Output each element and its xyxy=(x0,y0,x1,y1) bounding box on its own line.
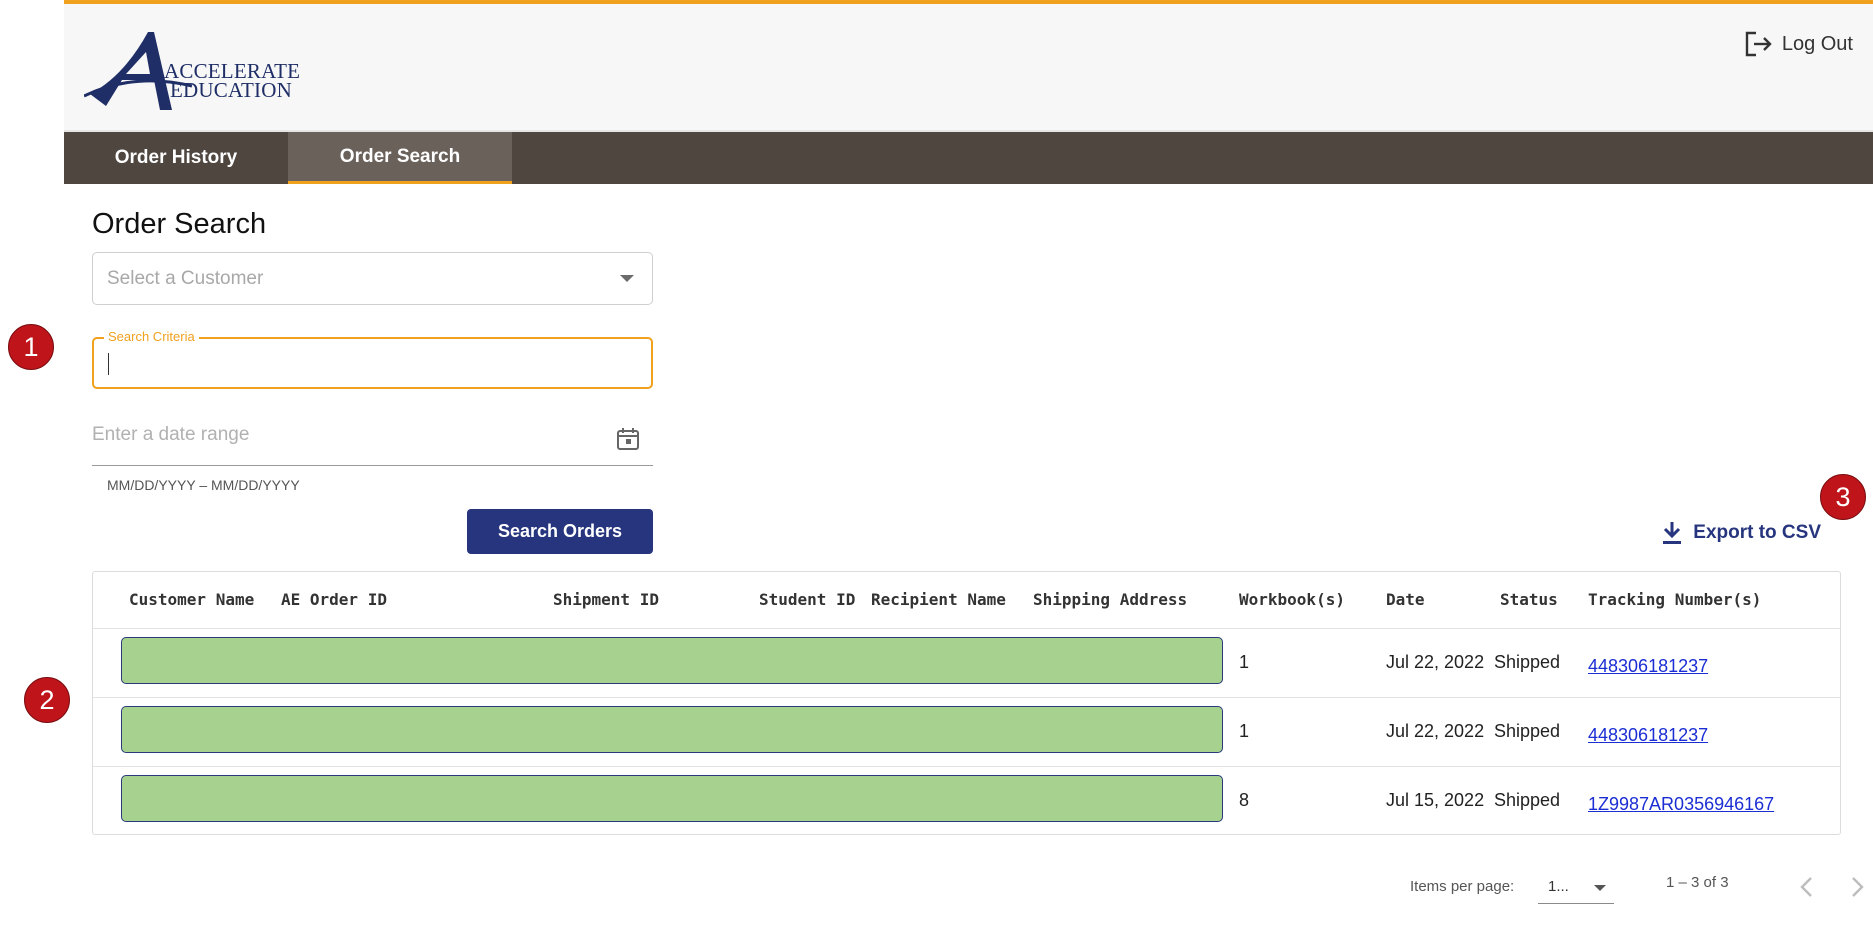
cell-workbooks: 1 xyxy=(1239,721,1250,741)
logout-label: Log Out xyxy=(1781,32,1853,55)
chevron-left-icon xyxy=(1800,877,1812,897)
search-orders-button[interactable]: Search Orders xyxy=(467,509,653,554)
search-criteria-label: Search Criteria xyxy=(104,329,199,344)
column-header-recipient-name[interactable]: Recipient Name xyxy=(871,590,1006,609)
paginator: Items per page: 1... 1 – 3 of 3 xyxy=(1410,872,1864,906)
column-header-shipping-address[interactable]: Shipping Address xyxy=(1033,590,1187,609)
column-header-customer-name[interactable]: Customer Name xyxy=(129,590,254,609)
callout-badge-2: 2 xyxy=(24,677,70,723)
column-header-shipment-id[interactable]: Shipment ID xyxy=(553,590,659,609)
cell-status: Shipped xyxy=(1494,652,1561,672)
items-per-page-label: Items per page: xyxy=(1410,878,1515,895)
table-row[interactable]: 1 Jul 22, 2022 Shipped 448306181237 xyxy=(93,629,1840,698)
date-range-placeholder: Enter a date range xyxy=(92,424,250,445)
redacted-block xyxy=(121,706,1223,753)
orders-table: Customer Name AE Order ID Shipment ID St… xyxy=(92,571,1841,835)
cell-status: Shipped xyxy=(1494,721,1561,741)
items-per-page-select[interactable]: 1... xyxy=(1538,876,1614,904)
table-row[interactable]: 8 Jul 15, 2022 Shipped 1Z9987AR035694616… xyxy=(93,767,1840,836)
previous-page-button[interactable] xyxy=(1792,872,1822,902)
chevron-right-icon xyxy=(1852,877,1864,897)
customer-select[interactable]: Select a Customer xyxy=(92,252,653,305)
accelerate-education-logo[interactable]: ACCELERATE EDUCATION xyxy=(83,26,304,114)
column-header-tracking-numbers[interactable]: Tracking Number(s) xyxy=(1588,590,1761,609)
app-shell: ACCELERATE EDUCATION Log Out Order Histo… xyxy=(64,0,1873,932)
column-header-date[interactable]: Date xyxy=(1386,590,1425,609)
search-criteria-field[interactable]: Search Criteria xyxy=(92,329,653,389)
date-range-field[interactable]: Enter a date range xyxy=(92,416,653,466)
cell-date: Jul 22, 2022 xyxy=(1386,721,1485,741)
logo-line-2: EDUCATION xyxy=(170,78,292,102)
redacted-block xyxy=(121,637,1223,684)
export-csv-label: Export to CSV xyxy=(1693,522,1821,543)
column-header-workbooks[interactable]: Workbook(s) xyxy=(1239,590,1345,609)
logout-button[interactable]: Log Out xyxy=(1744,30,1853,58)
top-header: ACCELERATE EDUCATION Log Out xyxy=(64,0,1873,132)
tracking-number-link[interactable]: 448306181237 xyxy=(1588,725,1708,746)
tab-order-search[interactable]: Order Search xyxy=(288,132,512,184)
column-header-student-id[interactable]: Student ID xyxy=(759,590,855,609)
chevron-down-icon xyxy=(1594,885,1606,891)
page-title: Order Search xyxy=(92,208,267,240)
callout-badge-3: 3 xyxy=(1820,474,1866,520)
logout-icon xyxy=(1745,31,1772,57)
text-cursor xyxy=(108,353,109,375)
next-page-button[interactable] xyxy=(1842,872,1872,902)
column-header-status[interactable]: Status xyxy=(1500,590,1558,609)
callout-badge-1: 1 xyxy=(8,324,54,370)
tracking-number-link[interactable]: 1Z9987AR0356946167 xyxy=(1588,794,1774,815)
download-icon xyxy=(1663,522,1682,544)
search-criteria-input[interactable] xyxy=(106,349,636,377)
items-per-page-value: 1... xyxy=(1548,878,1569,895)
main-nav: Order History Order Search xyxy=(64,132,1873,184)
cell-status: Shipped xyxy=(1494,790,1561,810)
calendar-icon[interactable] xyxy=(615,426,641,452)
column-header-ae-order-id[interactable]: AE Order ID xyxy=(281,590,387,609)
logo-wordmark: ACCELERATE EDUCATION xyxy=(164,61,300,102)
table-row[interactable]: 1 Jul 22, 2022 Shipped 448306181237 xyxy=(93,698,1840,767)
customer-select-placeholder: Select a Customer xyxy=(107,267,264,289)
export-csv-button[interactable]: Export to CSV xyxy=(1661,520,1821,546)
cell-workbooks: 1 xyxy=(1239,652,1250,672)
date-range-hint: MM/DD/YYYY – MM/DD/YYYY xyxy=(107,477,300,493)
cell-workbooks: 8 xyxy=(1239,790,1250,810)
cell-date: Jul 15, 2022 xyxy=(1386,790,1485,810)
tracking-number-link[interactable]: 448306181237 xyxy=(1588,656,1708,677)
table-header: Customer Name AE Order ID Shipment ID St… xyxy=(93,572,1840,629)
page-range-label: 1 – 3 of 3 xyxy=(1666,874,1729,891)
cell-date: Jul 22, 2022 xyxy=(1386,652,1485,672)
tab-order-history[interactable]: Order History xyxy=(64,132,288,184)
chevron-down-icon xyxy=(620,275,634,282)
redacted-block xyxy=(121,775,1223,822)
